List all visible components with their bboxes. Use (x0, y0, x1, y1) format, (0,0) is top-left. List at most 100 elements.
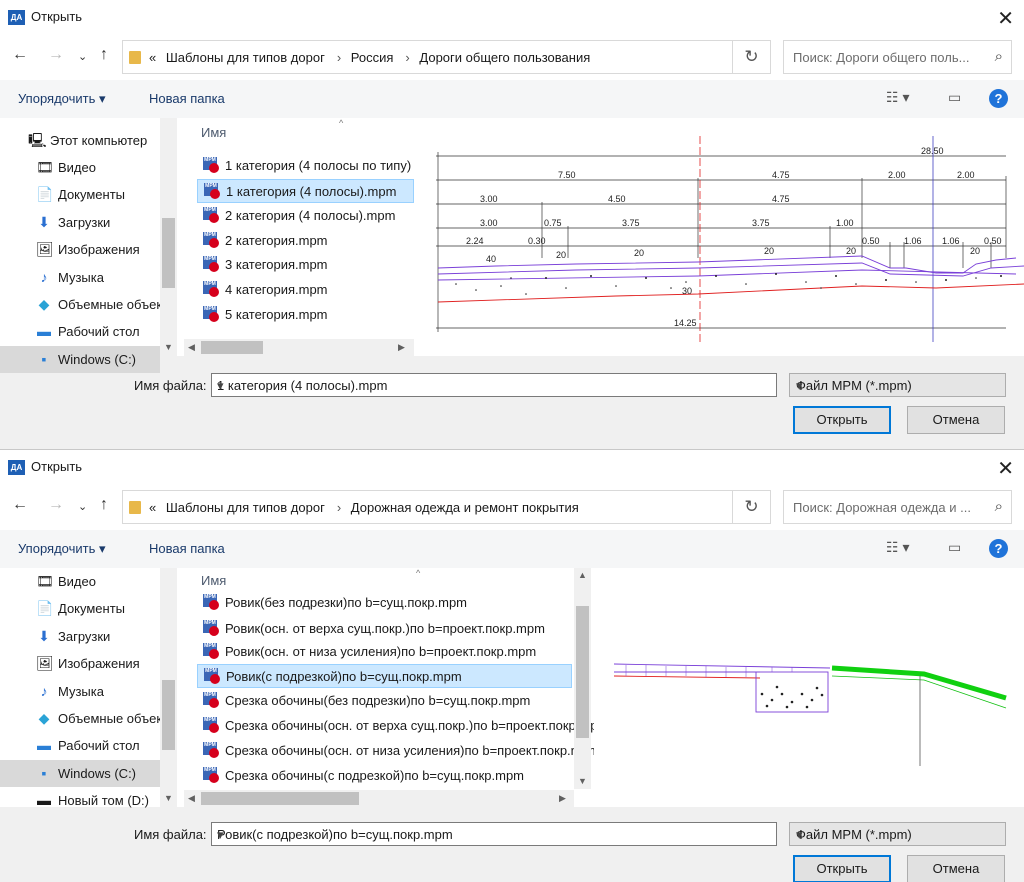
breadcrumb-item[interactable]: Дороги общего пользования (419, 50, 590, 65)
file-item[interactable]: MPM 3 категория.mpm (197, 253, 414, 277)
search-input[interactable]: Поиск: Дороги общего поль... (793, 50, 969, 65)
file-item[interactable]: MPM Срезка обочины(осн. от низа усиления)… (197, 739, 594, 763)
back-arrow-icon[interactable]: ← (12, 46, 28, 64)
open-button[interactable]: Открыть (793, 406, 891, 434)
scroll-up-icon[interactable]: ▲ (578, 570, 587, 580)
sidebar-item-music[interactable]: ♪ Музыка (0, 678, 160, 705)
sidebar-item-desktop[interactable]: ▬ Рабочий стол (0, 318, 160, 345)
column-header-name[interactable]: Имя (201, 125, 226, 140)
cancel-button[interactable]: Отмена (907, 406, 1005, 434)
sidebar-item-video[interactable]: 🎞 Видео (0, 154, 160, 181)
file-item[interactable]: MPM Срезка обочины(без подрезки)по b=сущ.… (197, 689, 572, 713)
sidebar-item-music[interactable]: ♪ Музыка (0, 264, 160, 291)
sidebar-item-pictures[interactable]: 🖼 Изображения (0, 650, 160, 677)
file-item-selected[interactable]: MPM 1 категория (4 полосы).mpm (197, 179, 414, 203)
scroll-left-icon[interactable]: ◀ (188, 793, 195, 804)
close-icon[interactable]: ✕ (997, 6, 1014, 31)
breadcrumb-item[interactable]: Дорожная одежда и ремонт покрытия (351, 500, 579, 515)
preview-pane-icon[interactable]: ▭ (948, 89, 961, 106)
file-list-hscrollbar[interactable]: ◀ ▶ (184, 790, 574, 807)
search-box[interactable]: Поиск: Дорожная одежда и ... ⌕ (783, 490, 1012, 524)
chevron-down-icon[interactable]: ▾ (217, 378, 772, 394)
refresh-icon[interactable]: ↻ (733, 490, 771, 524)
file-list-hscrollbar[interactable]: ◀ ▶ (184, 339, 414, 356)
scroll-down-icon[interactable]: ▼ (164, 793, 173, 803)
file-item[interactable]: MPM Ровик(осн. от низа усиления)по b=прое… (197, 640, 572, 664)
file-item[interactable]: MPM Ровик(осн. от верха сущ.покр.)по b=пр… (197, 617, 572, 641)
help-icon[interactable]: ? (989, 89, 1008, 108)
filetype-select[interactable]: Файл MPM (*.mpm) ▾ (789, 822, 1006, 846)
up-arrow-icon[interactable]: ↑ (100, 46, 108, 64)
file-item[interactable]: MPM 2 категория.mpm (197, 229, 414, 253)
scrollbar-thumb[interactable] (201, 341, 263, 354)
file-item[interactable]: MPM 2 категория (4 полосы).mpm (197, 204, 414, 228)
breadcrumb-item[interactable]: Россия (351, 50, 394, 65)
scroll-right-icon[interactable]: ▶ (559, 793, 566, 804)
organize-button[interactable]: Упорядочить ▾ (18, 541, 106, 557)
back-arrow-icon[interactable]: ← (12, 496, 28, 514)
file-item-selected[interactable]: MPM Ровик(с подрезкой)по b=сущ.покр.mpm (197, 664, 572, 688)
scroll-left-icon[interactable]: ◀ (188, 342, 195, 353)
sidebar-item-windows-c[interactable]: ▪ Windows (C:) (0, 346, 160, 373)
scrollbar-thumb[interactable] (162, 680, 175, 750)
chevron-down-icon[interactable]: ▾ (796, 827, 1001, 843)
file-list-vscrollbar[interactable]: ▲ ▼ (574, 568, 591, 789)
scroll-right-icon[interactable]: ▶ (398, 342, 405, 353)
file-item[interactable]: MPM 1 категория (4 полосы по типу) (197, 154, 414, 178)
sidebar-item-documents[interactable]: 📄 Документы (0, 595, 160, 622)
forward-arrow-icon[interactable]: → (48, 46, 64, 64)
scrollbar-thumb[interactable] (576, 606, 589, 738)
sidebar-item-3d-objects[interactable]: ◆Объемные объекты (0, 705, 160, 732)
view-options-icon[interactable]: ☷ ▾ (886, 89, 909, 106)
sidebar-item-this-pc[interactable]: 🖳 Этот компьютер (0, 127, 160, 154)
file-item[interactable]: MPM Срезка обочины(осн. от верха сущ.покр… (197, 714, 594, 738)
scroll-down-icon[interactable]: ▼ (164, 342, 173, 352)
column-header-name[interactable]: Имя (201, 573, 226, 588)
scrollbar-thumb[interactable] (162, 218, 175, 288)
organize-button[interactable]: Упорядочить ▾ (18, 91, 106, 107)
filename-input[interactable]: 1 категория (4 полосы).mpm ▾ (211, 373, 777, 397)
filetype-select[interactable]: Файл MPM (*.mpm) ▾ (789, 373, 1006, 397)
sidebar-item-3d-objects[interactable]: ◆Объемные объекты (0, 291, 160, 318)
open-button[interactable]: Открыть (793, 855, 891, 882)
up-arrow-icon[interactable]: ↑ (100, 496, 108, 514)
sidebar-item-desktop[interactable]: ▬ Рабочий стол (0, 732, 160, 759)
sidebar-item-windows-c[interactable]: ▪ Windows (C:) (0, 760, 160, 787)
scrollbar-thumb[interactable] (201, 792, 359, 805)
sidebar-item-video[interactable]: 🎞 Видео (0, 568, 160, 595)
search-icon[interactable]: ⌕ (995, 498, 1003, 515)
cancel-button[interactable]: Отмена (907, 855, 1005, 882)
chevron-right-icon[interactable]: › (405, 50, 409, 65)
preview-pane-icon[interactable]: ▭ (948, 539, 961, 556)
new-folder-button[interactable]: Новая папка (149, 91, 225, 106)
sidebar-item-downloads[interactable]: ⬇ Загрузки (0, 623, 160, 650)
sidebar-item-new-volume-d[interactable]: ▬ Новый том (D:) (0, 787, 160, 814)
forward-arrow-icon[interactable]: → (48, 496, 64, 514)
file-item[interactable]: MPM Срезка обочины(с подрезкой)по b=сущ.п… (197, 764, 572, 788)
recent-locations-chevron-icon[interactable]: ⌄ (78, 500, 87, 513)
view-options-icon[interactable]: ☷ ▾ (886, 539, 909, 556)
crumb-overflow[interactable]: « (149, 50, 156, 65)
file-item[interactable]: MPM 4 категория.mpm (197, 278, 414, 302)
file-item[interactable]: MPM Ровик(без подрезки)по b=сущ.покр.mpm (197, 591, 572, 615)
address-bar[interactable]: « Шаблоны для типов дорог › Россия › Дорог… (122, 40, 733, 74)
refresh-icon[interactable]: ↻ (733, 40, 771, 74)
sidebar-item-documents[interactable]: 📄 Документы (0, 181, 160, 208)
chevron-down-icon[interactable]: ▾ (217, 827, 772, 843)
breadcrumb-item[interactable]: Шаблоны для типов дорог (166, 50, 325, 65)
file-item[interactable]: MPM 5 категория.mpm (197, 303, 414, 327)
sidebar-item-downloads[interactable]: ⬇ Загрузки (0, 209, 160, 236)
filename-input[interactable]: Ровик(с подрезкой)по b=сущ.покр.mpm ▾ (211, 822, 777, 846)
chevron-right-icon[interactable]: › (337, 500, 341, 515)
help-icon[interactable]: ? (989, 539, 1008, 558)
sidebar-scrollbar[interactable]: ▼ (160, 568, 177, 807)
close-icon[interactable]: ✕ (997, 456, 1014, 481)
search-icon[interactable]: ⌕ (995, 48, 1003, 65)
chevron-down-icon[interactable]: ▾ (796, 378, 1001, 394)
sidebar-item-pictures[interactable]: 🖼 Изображения (0, 236, 160, 263)
crumb-overflow[interactable]: « (149, 500, 156, 515)
new-folder-button[interactable]: Новая папка (149, 541, 225, 556)
search-box[interactable]: Поиск: Дороги общего поль... ⌕ (783, 40, 1012, 74)
scroll-down-icon[interactable]: ▼ (578, 776, 587, 786)
address-bar[interactable]: « Шаблоны для типов дорог › Дорожная одеж… (122, 490, 733, 524)
